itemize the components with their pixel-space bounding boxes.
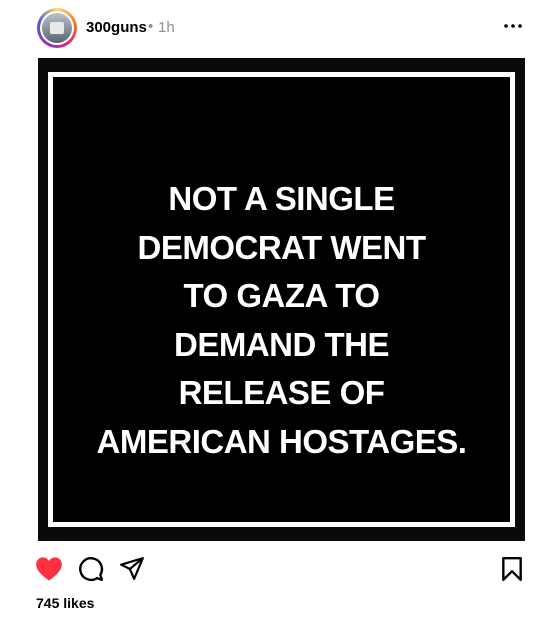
username-link[interactable]: 300guns: [86, 19, 147, 36]
image-text-line: NOT A SINGLE: [168, 180, 395, 217]
image-text-line: AMERICAN HOSTAGES.: [96, 422, 467, 460]
bookmark-icon[interactable]: [501, 556, 523, 582]
post-image[interactable]: NOT A SINGLE DEMOCRAT WENT TO GAZA TO DE…: [38, 58, 525, 541]
image-white-frame: NOT A SINGLE DEMOCRAT WENT TO GAZA TO DE…: [48, 72, 515, 527]
post-timestamp[interactable]: 1h: [158, 19, 175, 36]
separator-dot: •: [148, 18, 154, 35]
action-bar: [0, 552, 556, 588]
heart-filled-icon[interactable]: [35, 556, 63, 582]
more-horizontal-icon[interactable]: [501, 14, 525, 38]
likes-count[interactable]: 745 likes: [36, 595, 94, 611]
avatar-inner: [40, 11, 74, 45]
image-text-line: DEMAND THE: [174, 325, 390, 363]
avatar[interactable]: [37, 8, 77, 48]
image-text-line: RELEASE OF: [178, 374, 385, 411]
image-text-line: TO GAZA TO: [183, 277, 380, 314]
post-header: 300guns • 1h: [0, 0, 556, 58]
avatar-image: [42, 13, 72, 43]
comment-bubble-icon[interactable]: [78, 556, 104, 582]
image-text-line: DEMOCRAT WENT: [137, 228, 426, 266]
image-caption-text: NOT A SINGLE DEMOCRAT WENT TO GAZA TO DE…: [53, 175, 510, 466]
paper-plane-icon[interactable]: [119, 556, 145, 582]
